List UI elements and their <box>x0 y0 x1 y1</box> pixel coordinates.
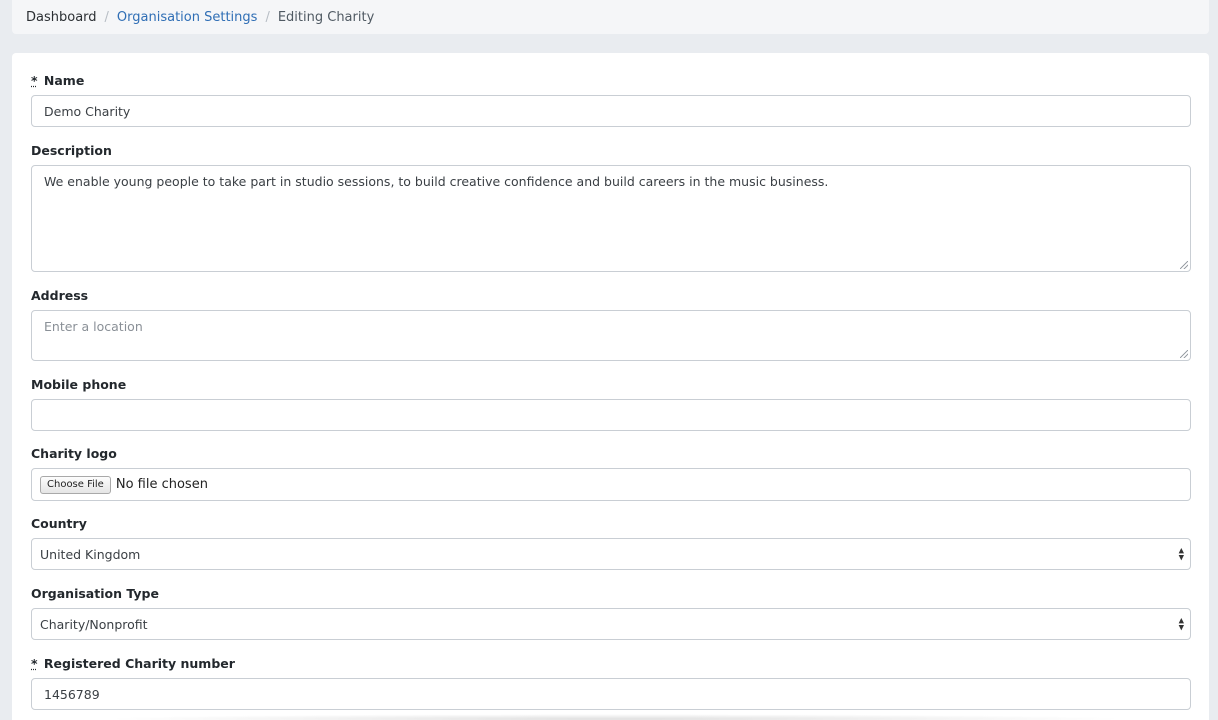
bottom-shadow <box>100 714 1130 720</box>
description-textarea[interactable]: We enable young people to take part in s… <box>31 165 1191 272</box>
resize-grip-icon[interactable] <box>1180 261 1188 269</box>
breadcrumb-dashboard[interactable]: Dashboard <box>26 10 97 25</box>
resize-grip-icon[interactable] <box>1180 350 1188 358</box>
required-mark: * <box>31 73 38 88</box>
file-status: No file chosen <box>115 477 208 492</box>
description-label: Description <box>31 143 112 158</box>
name-input[interactable]: Demo Charity <box>31 95 1191 127</box>
select-arrows-icon: ▲ ▼ <box>1178 546 1184 562</box>
mobile-phone-label: Mobile phone <box>31 377 127 392</box>
organisation-type-selected-value: Charity/Nonprofit <box>40 616 148 632</box>
address-textarea[interactable]: Enter a location <box>31 310 1191 361</box>
breadcrumb: Dashboard / Organisation Settings / Edit… <box>12 0 1209 34</box>
organisation-type-label: Organisation Type <box>31 586 159 601</box>
breadcrumb-editing-charity: Editing Charity <box>277 9 375 25</box>
address-label: Address <box>31 288 89 303</box>
charity-logo-file-input[interactable]: Choose File No file chosen <box>31 468 1191 501</box>
breadcrumb-organisation-settings[interactable]: Organisation Settings <box>117 10 258 25</box>
country-label: Country <box>31 516 87 531</box>
required-mark: * <box>31 656 38 671</box>
name-label: * Name <box>31 73 85 88</box>
registered-charity-number-input[interactable]: 1456789 <box>31 678 1191 710</box>
choose-file-button[interactable]: Choose File <box>40 475 111 494</box>
breadcrumb-separator: / <box>265 9 270 25</box>
address-placeholder: Enter a location <box>44 319 143 334</box>
charity-logo-label: Charity logo <box>31 446 117 461</box>
select-arrows-icon: ▲ ▼ <box>1178 616 1184 632</box>
registered-charity-number-label: * Registered Charity number <box>31 656 235 671</box>
country-selected-value: United Kingdom <box>40 546 141 562</box>
mobile-phone-input[interactable] <box>31 399 1191 431</box>
breadcrumb-separator: / <box>104 9 109 25</box>
organisation-type-select[interactable]: Charity/Nonprofit ▲ ▼ <box>31 608 1191 640</box>
country-select[interactable]: United Kingdom ▲ ▼ <box>31 538 1191 570</box>
